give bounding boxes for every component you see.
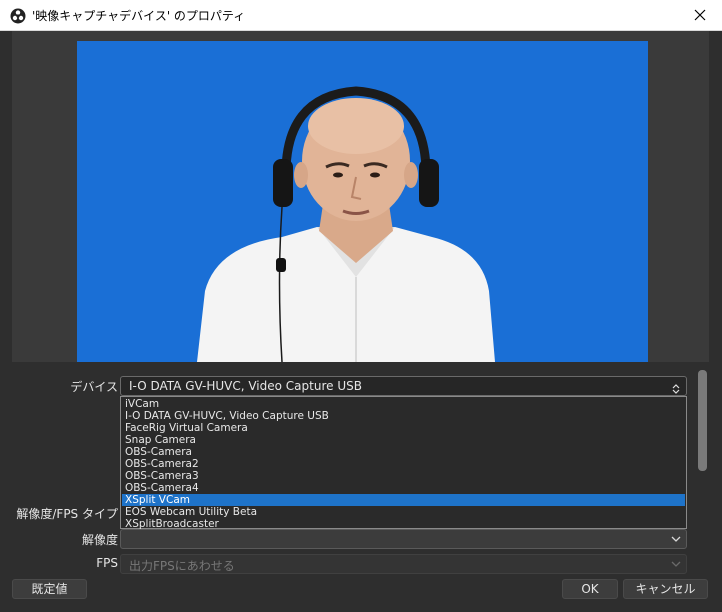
device-select-value: I-O DATA GV-HUVC, Video Capture USB [129,379,362,393]
device-label-container: デバイス [1,376,118,396]
device-label: デバイス [70,380,118,394]
fps-label-container: FPS [1,554,118,574]
close-button[interactable] [678,0,722,30]
properties-scrollbar[interactable] [698,370,707,471]
dropdown-option-facerig[interactable]: FaceRig Virtual Camera [122,422,685,434]
chevron-down-icon [666,530,686,548]
title-bar[interactable]: '映像キャプチャデバイス' のプロパティ [0,0,722,31]
chevron-down-icon [666,555,686,573]
dropdown-option-io-data[interactable]: I-O DATA GV-HUVC, Video Capture USB [122,410,685,422]
dropdown-option-obs-camera[interactable]: OBS-Camera [122,446,685,458]
obs-logo-icon [10,8,26,24]
cancel-button[interactable]: キャンセル [623,579,708,599]
presenter-video-frame [77,41,648,362]
ok-button[interactable]: OK [562,579,618,599]
resolution-label: 解像度 [81,533,118,547]
resolution-select[interactable] [120,529,687,549]
dropdown-option-snap-camera[interactable]: Snap Camera [122,434,685,446]
dialog-body: デバイス I-O DATA GV-HUVC, Video Capture USB… [1,31,721,611]
fps-select-value: 出力FPSにあわせる [129,559,235,573]
dropdown-option-obs-camera4[interactable]: OBS-Camera4 [122,482,685,494]
dropdown-option-ivcam[interactable]: iVCam [122,398,685,410]
properties-dialog: '映像キャプチャデバイス' のプロパティ デバイス I-O DATA GV-HU… [0,0,722,612]
fps-label: FPS [96,556,118,570]
resolution-fps-type-label: 解像度/FPS タイプ [16,507,118,521]
dropdown-option-xsplit-vcam[interactable]: XSplit VCam [122,494,685,506]
dropdown-option-obs-camera2[interactable]: OBS-Camera2 [122,458,685,470]
fps-select[interactable]: 出力FPSにあわせる [120,554,687,574]
dropdown-option-obs-camera3[interactable]: OBS-Camera3 [122,470,685,482]
close-icon [694,9,706,21]
dropdown-option-eos-webcam[interactable]: EOS Webcam Utility Beta [122,506,685,518]
window-title: '映像キャプチャデバイス' のプロパティ [32,9,246,23]
preview-container [12,31,709,362]
defaults-button[interactable]: 既定値 [12,579,87,599]
camera-preview [77,41,648,362]
resolution-label-container: 解像度 [1,529,118,549]
device-dropdown-list: iVCam I-O DATA GV-HUVC, Video Capture US… [120,396,687,530]
resolution-fps-type-label-container: 解像度/FPS タイプ [1,503,118,523]
device-select[interactable]: I-O DATA GV-HUVC, Video Capture USB [120,376,687,396]
